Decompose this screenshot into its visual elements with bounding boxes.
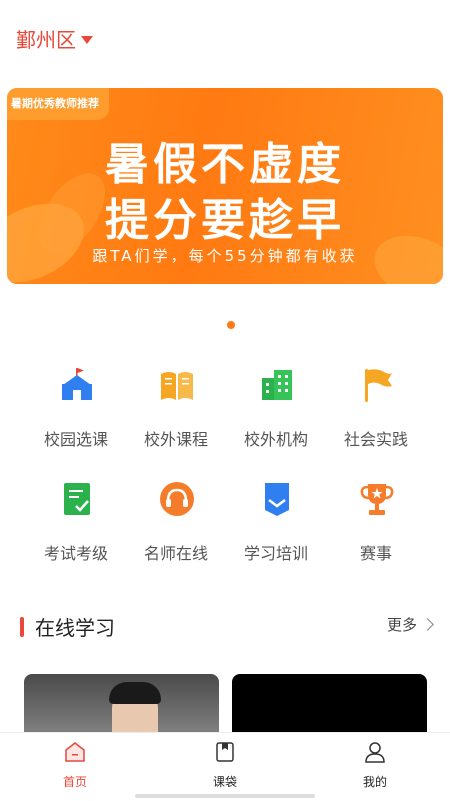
category-study-training[interactable]: 学习培训 xyxy=(226,474,326,574)
home-indicator xyxy=(135,794,315,798)
promo-banner[interactable]: 暑期优秀教师推荐 暑假不虚度 提分要趁早 跟TA们学，每个55分钟都有收获 xyxy=(7,88,443,284)
tab-label: 首页 xyxy=(62,775,87,789)
category-label: 学习培训 xyxy=(243,544,308,563)
banner-subtitle: 跟TA们学，每个55分钟都有收获 xyxy=(92,247,358,265)
trophy-icon xyxy=(360,484,394,515)
category-label: 名师在线 xyxy=(143,544,208,563)
category-competition[interactable]: 赛事 xyxy=(326,474,426,574)
category-label: 校外课程 xyxy=(143,430,208,449)
tab-label: 课袋 xyxy=(212,775,237,789)
section-accent-bar xyxy=(20,616,24,637)
category-label: 校园选课 xyxy=(43,430,108,449)
category-label: 考试考级 xyxy=(43,544,108,563)
caret-down-icon xyxy=(81,35,93,44)
category-teacher-online[interactable]: 名师在线 xyxy=(126,474,226,574)
home-icon xyxy=(65,742,85,762)
more-label: 更多 xyxy=(386,616,417,634)
building-icon xyxy=(262,370,292,400)
flag-icon xyxy=(365,369,392,402)
banner-headline-2: 提分要趁早 xyxy=(105,195,345,246)
bag-icon xyxy=(216,742,234,762)
tab-bag[interactable]: 课袋 xyxy=(180,741,270,790)
bookmark-icon xyxy=(265,483,289,516)
profile-icon xyxy=(365,742,385,763)
banner-headline-1: 暑假不虚度 xyxy=(105,139,345,190)
school-icon xyxy=(62,368,92,400)
section-title: 在线学习 xyxy=(35,616,115,640)
category-label: 社会实践 xyxy=(343,430,408,449)
checklist-icon xyxy=(64,483,90,515)
category-exam[interactable]: 考试考级 xyxy=(26,474,126,574)
category-label: 校外机构 xyxy=(243,430,308,449)
category-label: 赛事 xyxy=(359,544,392,563)
district-selector[interactable]: 鄞州区 xyxy=(16,24,93,53)
category-external-course[interactable]: 校外课程 xyxy=(126,360,226,460)
top-header: 鄞州区 xyxy=(0,0,450,74)
book-icon xyxy=(161,372,193,400)
teacher-photo-hair xyxy=(109,682,161,704)
district-label: 鄞州区 xyxy=(16,28,76,52)
banner-tag: 暑期优秀教师推荐 xyxy=(7,88,109,120)
bottom-tab-bar: 首页 课袋 我的 xyxy=(0,732,450,801)
section-header: 在线学习 xyxy=(20,612,115,641)
headset-icon xyxy=(160,482,194,516)
category-external-institution[interactable]: 校外机构 xyxy=(226,360,326,460)
more-link[interactable]: 更多 xyxy=(386,614,434,635)
carousel-indicator-dot[interactable] xyxy=(227,321,235,329)
tab-profile[interactable]: 我的 xyxy=(330,741,420,790)
tab-label: 我的 xyxy=(362,775,387,789)
tab-home[interactable]: 首页 xyxy=(30,741,120,790)
chevron-right-icon xyxy=(421,618,434,631)
category-campus-course[interactable]: 校园选课 xyxy=(26,360,126,460)
category-social-practice[interactable]: 社会实践 xyxy=(326,360,426,460)
